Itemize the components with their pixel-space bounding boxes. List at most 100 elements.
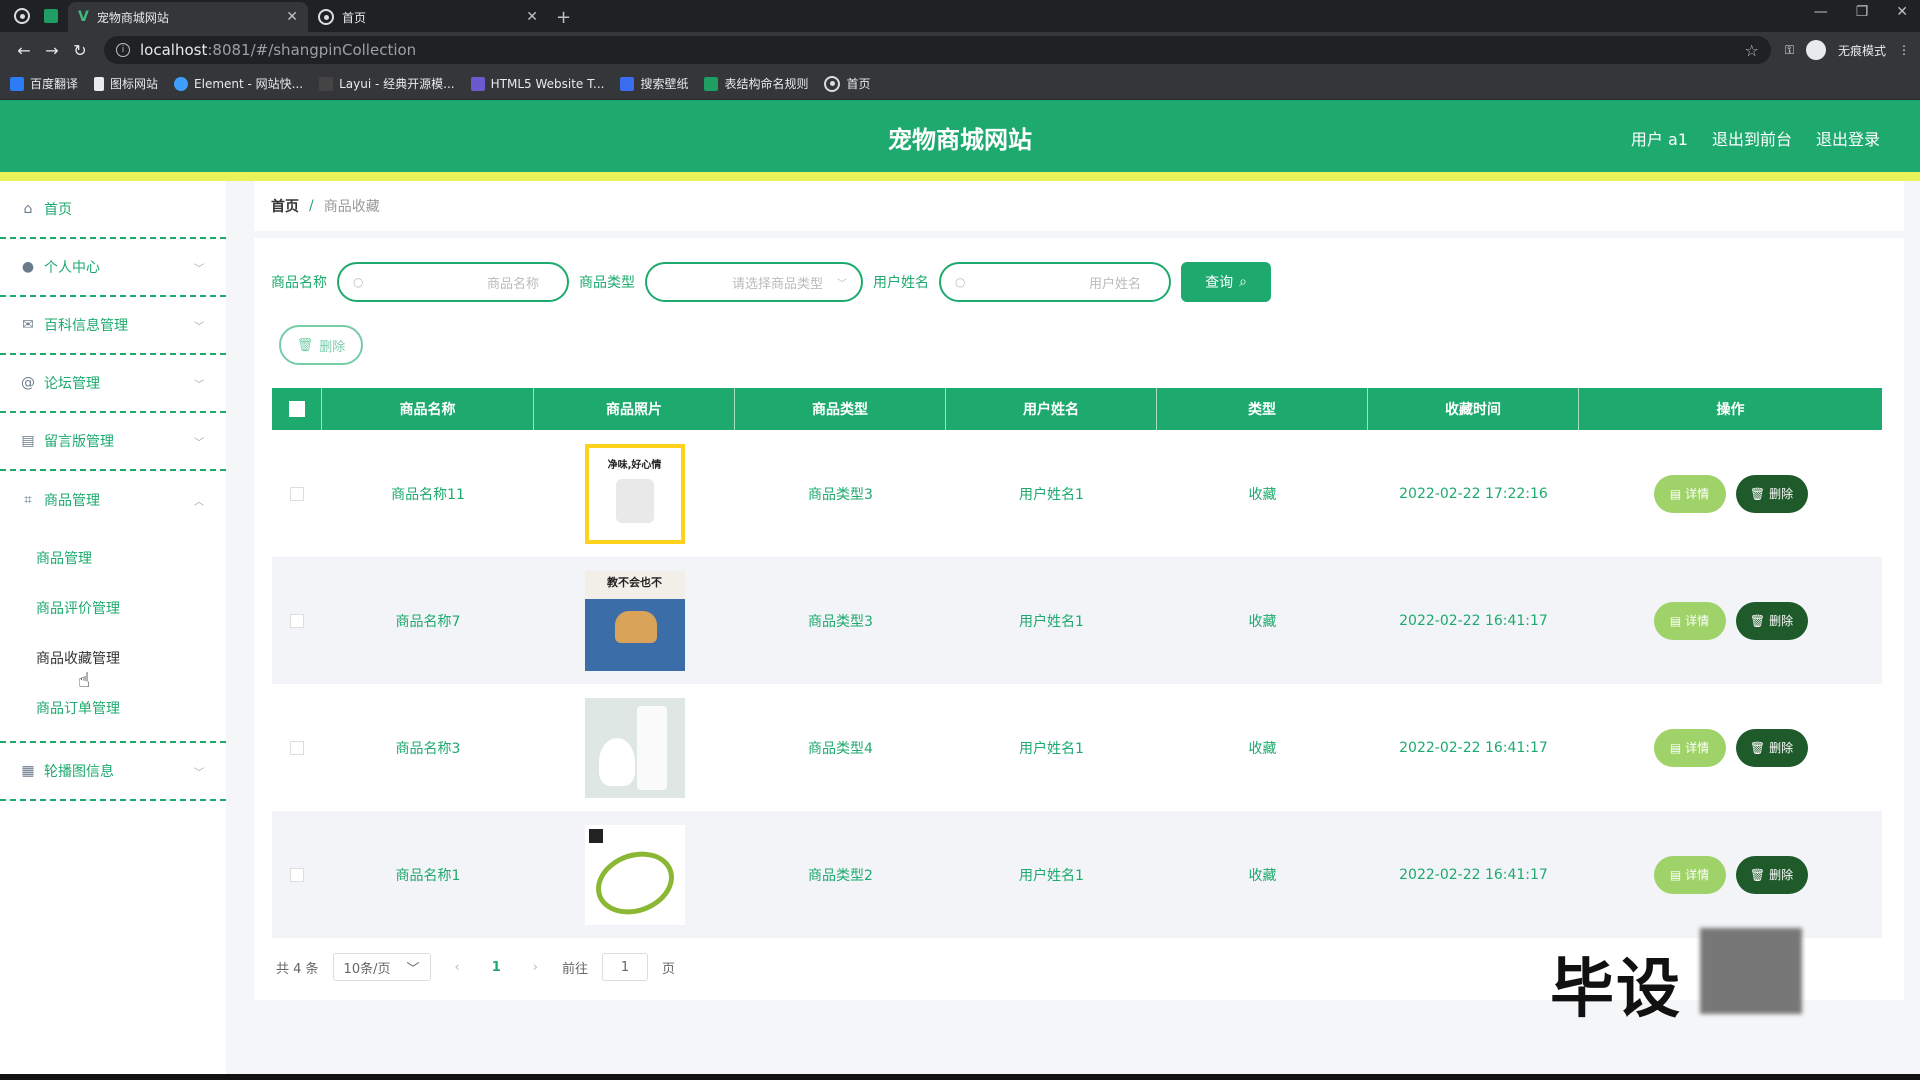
product-type-select[interactable]: 请选择商品类型 ﹀: [645, 262, 863, 302]
layui-icon: [319, 76, 334, 91]
product-name-input[interactable]: ○ 商品名称: [337, 262, 569, 302]
breadcrumb-home[interactable]: 首页: [271, 196, 299, 216]
menu-kebab-icon[interactable]: ⋮: [1898, 43, 1910, 57]
row-checkbox[interactable]: [290, 613, 304, 628]
sidebar-item-label: 百科信息管理: [44, 318, 128, 334]
select-all-checkbox[interactable]: [288, 401, 305, 417]
forward-icon[interactable]: →: [38, 41, 66, 60]
bookmark-item[interactable]: 图标网站: [94, 75, 158, 92]
page-size-select[interactable]: 10条/页 ﹀: [332, 953, 431, 981]
breadcrumb-current: 商品收藏: [323, 199, 380, 215]
products-submenu: 商品管理 商品评价管理 商品收藏管理 商品订单管理: [0, 529, 226, 743]
chevron-down-icon: ﹀: [194, 321, 204, 333]
page-size-value: 10条/页: [343, 961, 391, 977]
bookmark-item[interactable]: 百度翻译: [10, 75, 78, 92]
product-image[interactable]: 教不会也不: [584, 570, 685, 671]
url-host: localhost: [140, 41, 208, 59]
restore-icon[interactable]: ❐: [1856, 4, 1869, 20]
next-page-icon[interactable]: ›: [523, 960, 548, 975]
delete-button[interactable]: 🗑 删除: [1735, 601, 1808, 640]
row-checkbox[interactable]: [290, 867, 304, 882]
chrome-icon[interactable]: [14, 8, 30, 24]
window-controls: — ❐ ✕: [1814, 4, 1908, 20]
chevron-down-icon: ﹀: [194, 379, 204, 391]
bookmark-item[interactable]: HTML5 Website T...: [470, 76, 604, 91]
key-icon[interactable]: ⚿: [1785, 43, 1794, 58]
bulk-delete-button[interactable]: 🗑 删除: [279, 325, 363, 365]
html5-icon: [470, 76, 485, 91]
sidebar-item-products[interactable]: ⌗ 商品管理 ︿: [0, 471, 226, 529]
url-input[interactable]: i localhost:8081/#/shangpinCollection ☆: [104, 36, 1771, 64]
product-image-text: 教不会也不: [607, 575, 662, 589]
grid-icon: ▦: [21, 763, 35, 779]
table-header: 商品名称 商品照片 商品类型 用户姓名 类型 收藏时间 操作: [272, 388, 1882, 430]
goto-page-input[interactable]: 1: [602, 953, 649, 981]
doc-icon: ▤: [1669, 867, 1682, 882]
sidebar-item-forum[interactable]: @ 论坛管理 ﹀: [0, 355, 226, 413]
cell-kind: 收藏: [1248, 613, 1277, 630]
row-checkbox[interactable]: [290, 486, 304, 501]
doc-icon: ▤: [1669, 613, 1682, 628]
tab-close-icon[interactable]: ✕: [526, 9, 538, 25]
bookmark-item[interactable]: Element - 网站快...: [174, 75, 303, 92]
delete-button[interactable]: 🗑 删除: [1735, 474, 1808, 513]
header-accent-strip: [0, 172, 1920, 181]
detail-button[interactable]: ▤ 详情: [1653, 728, 1726, 767]
bookmark-item[interactable]: 表结构命名规则: [704, 75, 808, 92]
table-row: 商品名称11 净味,好心情 商品类型3 用户姓名1 收藏 2022-02-22 …: [272, 430, 1882, 557]
logout-link[interactable]: 退出登录: [1816, 126, 1880, 150]
detail-button[interactable]: ▤ 详情: [1653, 474, 1726, 513]
submenu-item-product-reviews[interactable]: 商品评价管理: [0, 583, 226, 633]
bookmark-item[interactable]: Layui - 经典开源模...: [319, 75, 455, 92]
minimize-icon[interactable]: —: [1814, 4, 1828, 20]
delete-button[interactable]: 🗑 删除: [1735, 855, 1808, 894]
bookmark-item[interactable]: 搜索壁纸: [620, 75, 688, 92]
product-image[interactable]: [584, 824, 685, 925]
cell-user-name: 用户姓名1: [1019, 740, 1084, 757]
user-name-input[interactable]: ○ 用户姓名: [939, 262, 1171, 302]
detail-button[interactable]: ▤ 详情: [1653, 601, 1726, 640]
tab-close-icon[interactable]: ✕: [286, 9, 298, 25]
column-header: 商品类型: [735, 388, 946, 430]
incognito-label: 无痕模式: [1837, 43, 1886, 58]
reload-icon[interactable]: ↻: [66, 41, 94, 60]
chevron-down-icon: ﹀: [194, 437, 204, 449]
new-tab-icon[interactable]: +: [556, 2, 571, 32]
info-icon[interactable]: i: [116, 43, 130, 57]
detail-button[interactable]: ▤ 详情: [1653, 855, 1726, 894]
element-icon: [174, 76, 189, 91]
submenu-item-product-collection[interactable]: 商品收藏管理: [0, 633, 226, 683]
cell-product-type: 商品类型3: [808, 613, 873, 630]
sidebar-item-carousel[interactable]: ▦ 轮播图信息 ﹀: [0, 743, 226, 801]
page-number-current[interactable]: 1: [484, 960, 509, 975]
delete-button[interactable]: 🗑 删除: [1735, 728, 1808, 767]
product-image[interactable]: 净味,好心情: [584, 443, 685, 544]
sidebar-item-home[interactable]: ⌂ 首页: [0, 181, 226, 239]
flag-icon: [94, 76, 105, 91]
at-icon: @: [21, 375, 35, 391]
incognito-icon[interactable]: [1805, 40, 1826, 60]
prev-page-icon[interactable]: ‹: [445, 960, 470, 975]
sidebar-item-label: 商品管理: [44, 493, 100, 509]
query-button[interactable]: 查询 ⌕: [1181, 262, 1271, 302]
submenu-item-product-orders[interactable]: 商品订单管理: [0, 683, 226, 733]
submenu-item-product-manage[interactable]: 商品管理: [0, 533, 226, 583]
back-to-frontend-link[interactable]: 退出到前台: [1712, 126, 1792, 150]
tab-title: 宠物商城网站: [96, 10, 169, 25]
product-type-placeholder: 请选择商品类型: [731, 276, 823, 292]
row-checkbox[interactable]: [290, 740, 304, 755]
browser-tab-active[interactable]: V 宠物商城网站 ✕: [68, 2, 308, 32]
sidebar-item-profile[interactable]: ● 个人中心 ﹀: [0, 239, 226, 297]
close-window-icon[interactable]: ✕: [1896, 4, 1908, 20]
table-icon: [704, 76, 719, 91]
bookmark-item[interactable]: 首页: [824, 75, 871, 92]
app-tab-icon[interactable]: [44, 9, 58, 23]
doc-icon: ▤: [1669, 486, 1682, 501]
sidebar-item-wiki[interactable]: ✉ 百科信息管理 ﹀: [0, 297, 226, 355]
chevron-up-icon: ︿: [194, 496, 204, 508]
back-icon[interactable]: ←: [10, 41, 38, 60]
browser-tab[interactable]: 首页 ✕: [308, 2, 548, 32]
product-image[interactable]: [584, 697, 685, 798]
sidebar-item-messages[interactable]: ▤ 留言版管理 ﹀: [0, 413, 226, 471]
star-icon[interactable]: ☆: [1745, 41, 1759, 60]
